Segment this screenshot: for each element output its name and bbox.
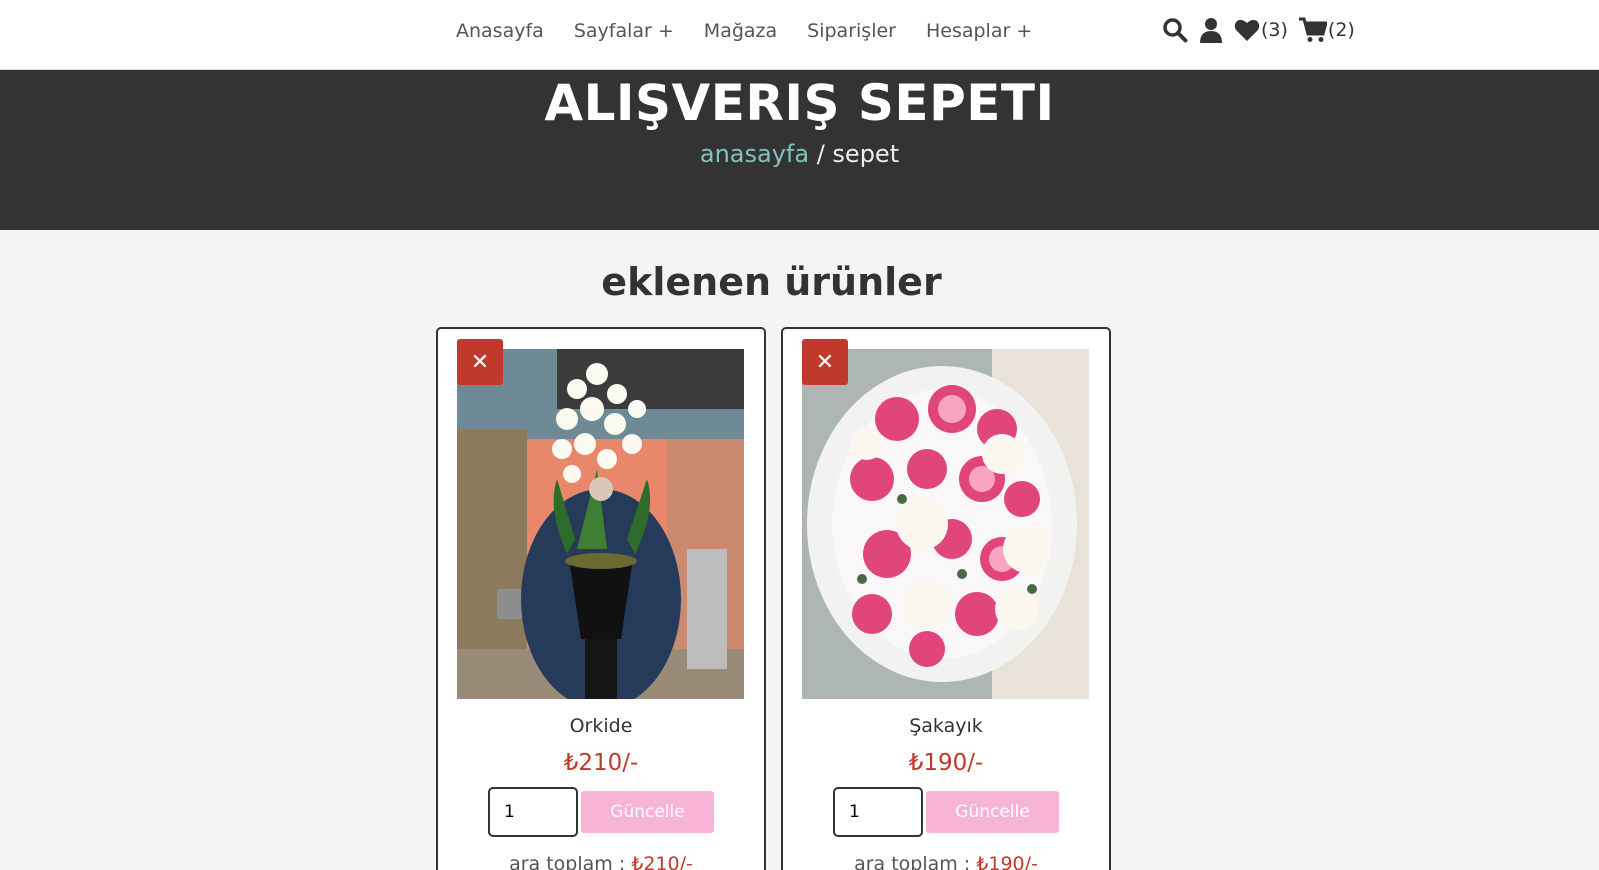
subtotal: ara toplam : ₺210/- bbox=[438, 853, 764, 870]
nav-item-pages[interactable]: Sayfalar + bbox=[574, 20, 674, 42]
cart-link[interactable]: (2) bbox=[1298, 17, 1355, 43]
product-price: ₺210/- bbox=[563, 750, 639, 776]
cart-product-card: ✕ Şakayık ₺190/- 1 Güncelle ara toplam:… bbox=[781, 327, 1111, 870]
nav-item-shop[interactable]: Mağaza bbox=[704, 20, 777, 42]
nav-item-orders[interactable]: Siparişler bbox=[807, 20, 896, 42]
user-icon[interactable] bbox=[1199, 17, 1223, 43]
quantity-input[interactable] bbox=[833, 787, 923, 837]
product-image bbox=[457, 349, 744, 699]
main-nav: Anasayfa Sayfalar + Mağaza Siparişler He… bbox=[456, 20, 1032, 42]
cart-icon bbox=[1298, 17, 1327, 42]
product-name: Orkide bbox=[569, 715, 633, 737]
update-button[interactable]: Güncelle bbox=[926, 791, 1059, 833]
remove-item-button[interactable]: ✕ bbox=[457, 339, 503, 385]
search-icon[interactable] bbox=[1162, 17, 1188, 43]
top-header: Anasayfa Sayfalar + Mağaza Siparişler He… bbox=[0, 0, 1599, 70]
product-image bbox=[802, 349, 1089, 699]
breadcrumb: anasayfa / sepet bbox=[0, 140, 1599, 168]
header-icons: (3) (2) bbox=[1162, 17, 1355, 43]
product-name: Şakayık bbox=[909, 715, 983, 737]
subtotal-label: ara toplam : bbox=[509, 853, 632, 870]
page-banner: ALIŞVERIŞ SEPETI anasayfa / sepet bbox=[0, 70, 1599, 230]
cart-product-card: ✕ Orkide ₺210/- 1 Güncelle ara toplam: … bbox=[436, 327, 766, 870]
wishlist-count: (3) bbox=[1261, 19, 1288, 41]
product-price: ₺190/- bbox=[908, 750, 984, 776]
subtotal: ara toplam : ₺190/- bbox=[783, 853, 1109, 870]
remove-item-button[interactable]: ✕ bbox=[802, 339, 848, 385]
subtotal-label: ara toplam : bbox=[854, 853, 977, 870]
subtotal-value: ₺210/- bbox=[631, 853, 693, 870]
quantity-input[interactable] bbox=[488, 787, 578, 837]
wishlist-link[interactable]: (3) bbox=[1234, 18, 1288, 42]
breadcrumb-separator: / bbox=[809, 140, 833, 168]
breadcrumb-home-link[interactable]: anasayfa bbox=[700, 140, 809, 168]
nav-item-home[interactable]: Anasayfa bbox=[456, 20, 544, 42]
page-title: ALIŞVERIŞ SEPETI bbox=[544, 74, 1055, 132]
breadcrumb-current: sepet bbox=[832, 140, 900, 168]
update-button[interactable]: Güncelle bbox=[581, 791, 714, 833]
nav-item-accounts[interactable]: Hesaplar + bbox=[926, 20, 1032, 42]
subtotal-value: ₺190/- bbox=[976, 853, 1038, 870]
section-title: eklenen ürünler bbox=[601, 260, 942, 304]
heart-icon bbox=[1234, 19, 1260, 41]
cart-count: (2) bbox=[1327, 19, 1355, 41]
